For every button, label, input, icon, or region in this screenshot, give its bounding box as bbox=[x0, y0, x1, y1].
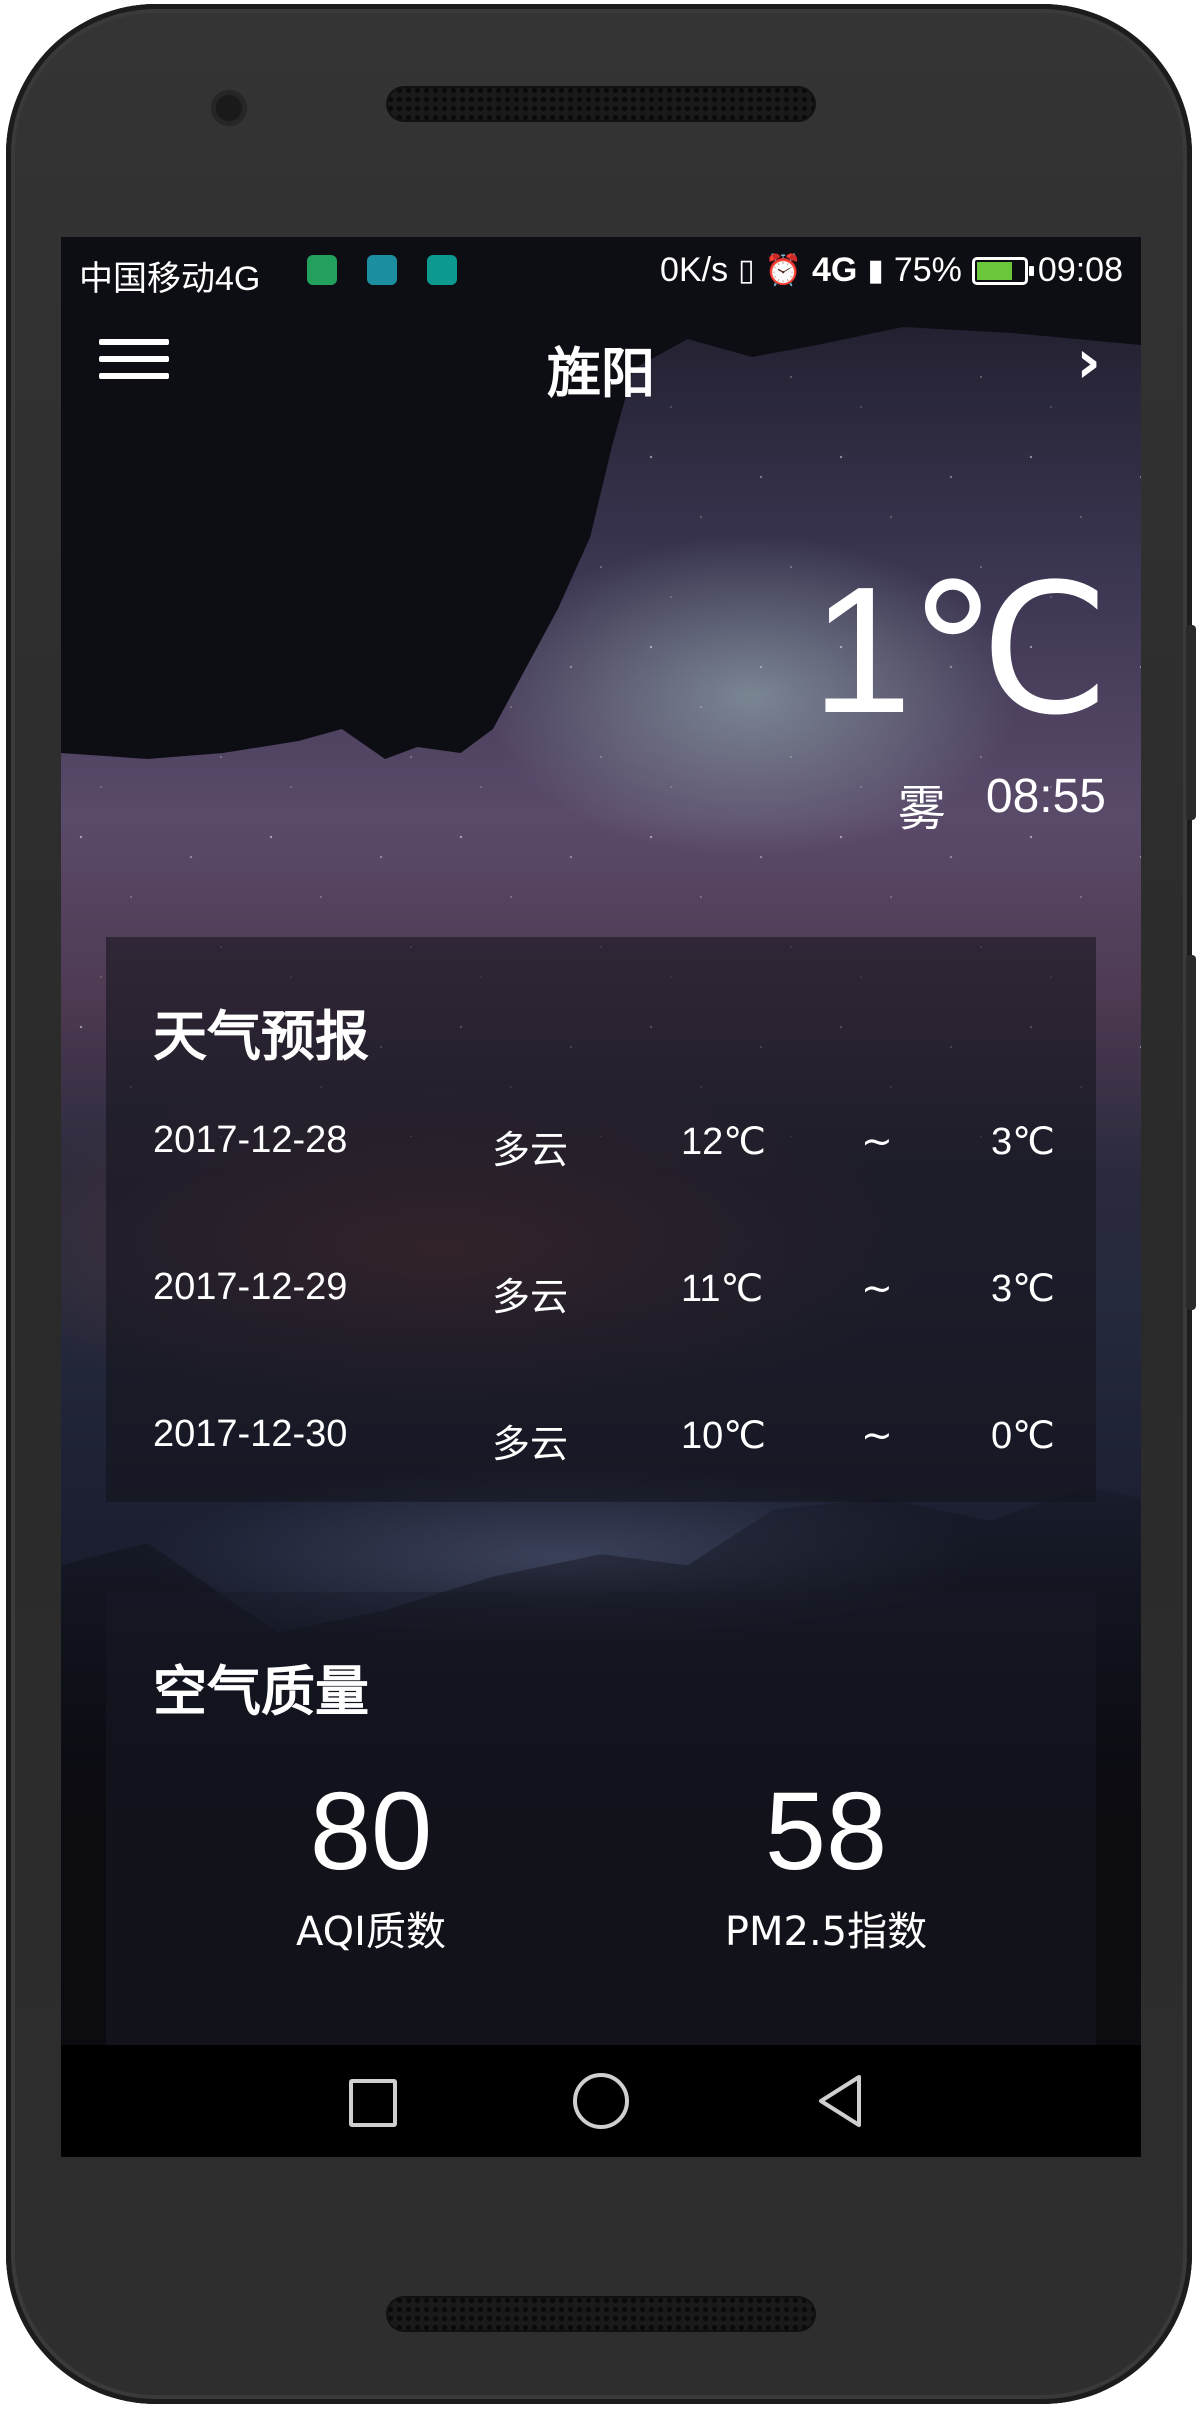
back-icon[interactable] bbox=[811, 2071, 871, 2131]
chevron-right-icon[interactable]: › bbox=[1076, 327, 1101, 397]
forecast-min-temp: 0℃ bbox=[991, 1415, 1055, 1457]
forecast-max-temp: 10℃ bbox=[681, 1415, 766, 1457]
current-temperature: 1℃ bbox=[811, 550, 1110, 751]
network-type: 4G bbox=[811, 251, 858, 289]
battery-level bbox=[976, 261, 1012, 280]
battery-icon bbox=[971, 256, 1034, 285]
pm25-value: 58 bbox=[764, 1770, 888, 1893]
forecast-condition: 多云 bbox=[492, 1422, 569, 1466]
forecast-separator: ~ bbox=[861, 1413, 893, 1457]
battery-percent: 75% bbox=[893, 251, 962, 289]
recent-apps-icon[interactable] bbox=[341, 2071, 401, 2131]
vibrate-icon: ▯ bbox=[738, 254, 755, 287]
forecast-separator: ~ bbox=[861, 1119, 893, 1163]
earpiece-speaker bbox=[386, 86, 816, 122]
pm25-block: 58 PM2.5指数 bbox=[646, 1777, 1006, 1957]
power-button bbox=[1186, 625, 1196, 820]
forecast-title: 天气预报 bbox=[153, 1005, 369, 1068]
android-icon bbox=[367, 255, 397, 285]
forecast-date: 2017-12-29 bbox=[153, 1266, 348, 1308]
signal-icon: ▮ bbox=[867, 254, 884, 287]
current-info: 雾 08:55 bbox=[898, 769, 1106, 839]
forecast-max-temp: 12℃ bbox=[681, 1121, 766, 1163]
update-time: 08:55 bbox=[985, 770, 1106, 823]
forecast-date: 2017-12-28 bbox=[153, 1119, 348, 1161]
bottom-speaker bbox=[386, 2296, 816, 2332]
aqi-label: AQI质数 bbox=[296, 1909, 446, 1955]
forecast-row: 2017-12-30 多云 10℃ ~ 0℃ bbox=[106, 1413, 1096, 1473]
phone-frame: 中国移动4G 0K/s ▯ ⏰ 4G ▮ 75% 09:08 旌阳 › 1℃ 雾… bbox=[6, 4, 1192, 2404]
clock: 09:08 bbox=[1037, 251, 1123, 289]
screen: 中国移动4G 0K/s ▯ ⏰ 4G ▮ 75% 09:08 旌阳 › 1℃ 雾… bbox=[61, 237, 1141, 2157]
aqi-value: 80 bbox=[309, 1770, 433, 1893]
forecast-min-temp: 3℃ bbox=[991, 1121, 1055, 1163]
city-title: 旌阳 bbox=[547, 342, 655, 405]
front-camera bbox=[211, 90, 247, 126]
forecast-row: 2017-12-28 多云 12℃ ~ 3℃ bbox=[106, 1119, 1096, 1179]
aqi-block: 80 AQI质数 bbox=[191, 1777, 551, 1957]
status-bar: 中国移动4G 0K/s ▯ ⏰ 4G ▮ 75% 09:08 bbox=[61, 237, 1141, 309]
alarm-icon: ⏰ bbox=[764, 254, 802, 287]
forecast-max-temp: 11℃ bbox=[681, 1268, 764, 1310]
forecast-separator: ~ bbox=[861, 1266, 893, 1310]
carrier-label: 中国移动4G bbox=[79, 260, 261, 298]
app-icon bbox=[427, 255, 457, 285]
air-quality-panel: 空气质量 80 AQI质数 58 PM2.5指数 bbox=[106, 1592, 1096, 2052]
forecast-date: 2017-12-30 bbox=[153, 1413, 348, 1455]
air-quality-title: 空气质量 bbox=[153, 1660, 369, 1723]
app-bar: 旌阳 › bbox=[61, 309, 1141, 419]
forecast-row: 2017-12-29 多云 11℃ ~ 3℃ bbox=[106, 1266, 1096, 1326]
volume-button bbox=[1186, 955, 1196, 1310]
forecast-panel: 天气预报 2017-12-28 多云 12℃ ~ 3℃ 2017-12-29 多… bbox=[106, 937, 1096, 1502]
forecast-condition: 多云 bbox=[492, 1128, 569, 1172]
forecast-min-temp: 3℃ bbox=[991, 1268, 1055, 1310]
navigation-bar bbox=[61, 2045, 1141, 2157]
pm25-label: PM2.5指数 bbox=[724, 1909, 928, 1955]
current-condition: 雾 bbox=[897, 781, 946, 837]
forecast-condition: 多云 bbox=[492, 1275, 569, 1319]
home-icon[interactable] bbox=[571, 2071, 631, 2131]
shopping-bag-icon bbox=[307, 255, 337, 285]
network-speed: 0K/s bbox=[660, 251, 729, 289]
